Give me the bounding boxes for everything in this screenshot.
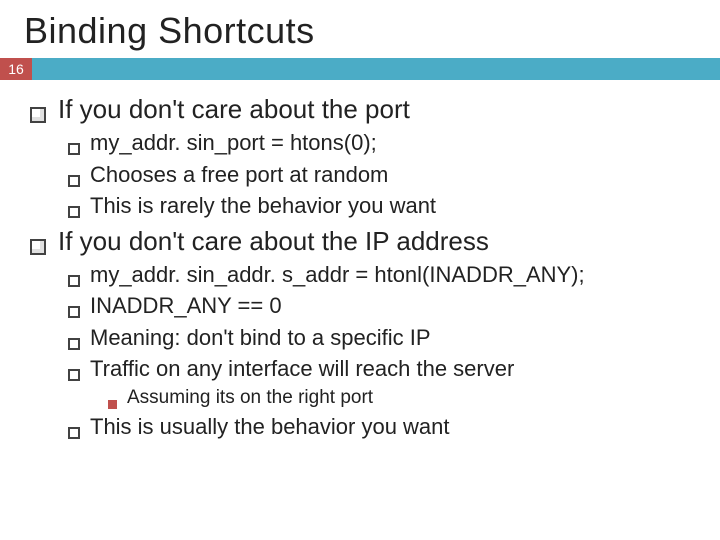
bullet-level2: This is rarely the behavior you want	[68, 192, 696, 220]
bullet-text: Chooses a free port at random	[90, 161, 696, 189]
bullet-level2: Chooses a free port at random	[68, 161, 696, 189]
hollow-square-icon	[68, 338, 80, 350]
hollow-square-icon	[68, 275, 80, 287]
bullet-text: If you don't care about the port	[58, 94, 696, 125]
slide: Binding Shortcuts 16 If you don't care a…	[0, 0, 720, 540]
bullet-level3: Assuming its on the right port	[108, 387, 696, 409]
slide-body: If you don't care about the port my_addr…	[0, 80, 720, 440]
bullet-level2: This is usually the behavior you want	[68, 413, 696, 441]
bullet-level1: If you don't care about the port	[30, 94, 696, 125]
bullet-level2: Meaning: don't bind to a specific IP	[68, 324, 696, 352]
accent-bar-fill	[32, 58, 720, 80]
slide-title: Binding Shortcuts	[0, 0, 720, 58]
bullet-text: my_addr. sin_addr. s_addr = htonl(INADDR…	[90, 261, 696, 289]
bullet-text: Assuming its on the right port	[127, 387, 696, 409]
square-bullet-icon	[30, 107, 46, 123]
hollow-square-icon	[68, 206, 80, 218]
hollow-square-icon	[68, 369, 80, 381]
bullet-text: Traffic on any interface will reach the …	[90, 355, 696, 383]
filled-square-icon	[108, 400, 117, 409]
bullet-level2: INADDR_ANY == 0	[68, 292, 696, 320]
hollow-square-icon	[68, 306, 80, 318]
accent-bar: 16	[0, 58, 720, 80]
bullet-level2: my_addr. sin_port = htons(0);	[68, 129, 696, 157]
bullet-text: INADDR_ANY == 0	[90, 292, 696, 320]
bullet-text: Meaning: don't bind to a specific IP	[90, 324, 696, 352]
bullet-text: This is usually the behavior you want	[90, 413, 696, 441]
hollow-square-icon	[68, 143, 80, 155]
bullet-level2: Traffic on any interface will reach the …	[68, 355, 696, 383]
bullet-text: If you don't care about the IP address	[58, 226, 696, 257]
bullet-text: This is rarely the behavior you want	[90, 192, 696, 220]
hollow-square-icon	[68, 175, 80, 187]
square-bullet-icon	[30, 239, 46, 255]
bullet-level2: my_addr. sin_addr. s_addr = htonl(INADDR…	[68, 261, 696, 289]
bullet-level1: If you don't care about the IP address	[30, 226, 696, 257]
hollow-square-icon	[68, 427, 80, 439]
slide-number: 16	[0, 58, 32, 80]
bullet-text: my_addr. sin_port = htons(0);	[90, 129, 696, 157]
